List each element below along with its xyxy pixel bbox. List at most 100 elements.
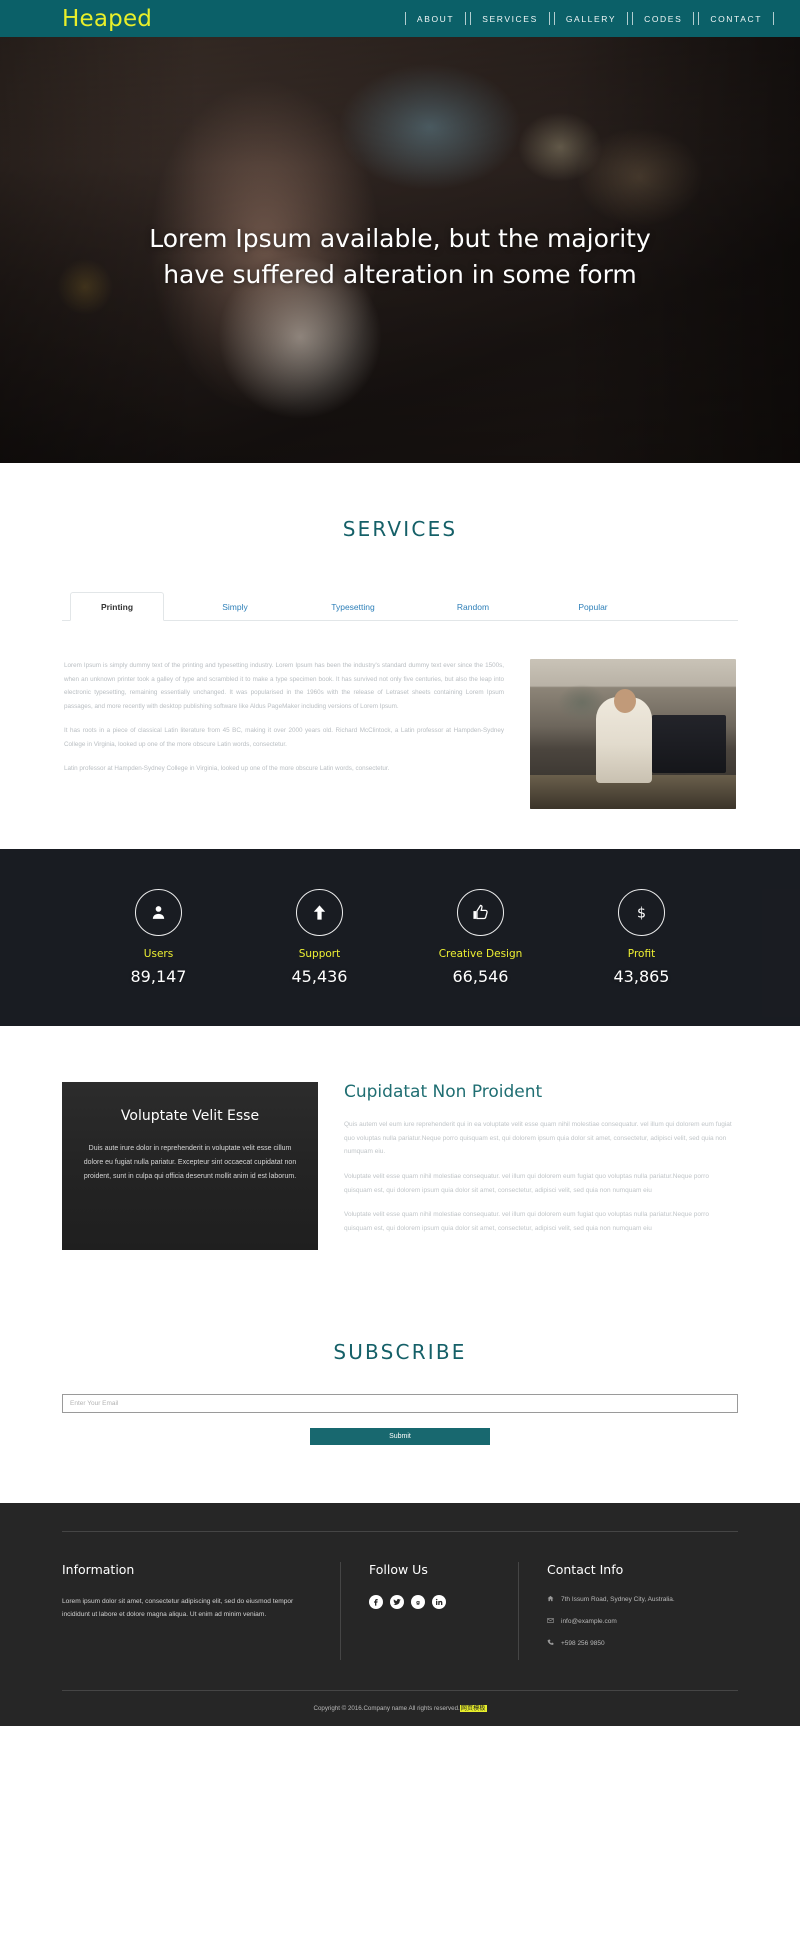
contact-phone: +598 256 9850 <box>547 1639 720 1650</box>
facebook-icon[interactable] <box>369 1595 383 1609</box>
nav-item-codes[interactable]: CODES <box>635 14 691 24</box>
stat-users: Users 89,147 <box>78 889 239 986</box>
services-paragraph-2: It has roots in a piece of classical Lat… <box>64 727 504 748</box>
site-logo[interactable]: Heaped <box>62 6 152 32</box>
nav-item-about[interactable]: ABOUT <box>408 14 463 24</box>
footer-divider <box>62 1531 738 1532</box>
stat-support-value: 45,436 <box>291 967 348 986</box>
about-paragraph-3: Voluptate velit esse quam nihil molestia… <box>344 1211 709 1232</box>
services-title: SERVICES <box>342 517 458 541</box>
nav-item-contact[interactable]: CONTACT <box>701 14 771 24</box>
services-text-column: Lorem Ipsum is simply dummy text of the … <box>64 659 504 809</box>
stat-users-value: 89,147 <box>130 967 187 986</box>
services-paragraph-1: Lorem Ipsum is simply dummy text of the … <box>64 662 504 710</box>
services-tablist: Printing Simply Typesetting Random Popul… <box>62 591 738 621</box>
footer-inner: Information Lorem ipsum dolor sit amet, … <box>62 1531 738 1726</box>
about-inner: Voluptate Velit Esse Duis aute irure dol… <box>62 1082 738 1250</box>
footer-columns: Information Lorem ipsum dolor sit amet, … <box>62 1562 738 1661</box>
hero-title: Lorem Ipsum available, but the majority … <box>149 221 651 294</box>
svg-text:$: $ <box>637 905 646 921</box>
services-tab-panel: Lorem Ipsum is simply dummy text of the … <box>62 621 738 809</box>
subscribe-title: SUBSCRIBE <box>333 1340 467 1364</box>
stat-creative-design-value: 66,546 <box>452 967 509 986</box>
copyright-link[interactable]: 网页模板 <box>459 1705 487 1713</box>
nav-item-services[interactable]: SERVICES <box>473 14 547 24</box>
copyright-text: Copyright © 2016.Company name All rights… <box>313 1705 460 1713</box>
nav-divider <box>627 12 629 25</box>
footer-contact-title: Contact Info <box>547 1562 624 1577</box>
about-paragraph-1: Quis autem vel eum iure reprehenderit qu… <box>344 1121 732 1156</box>
contact-email: info@example.com <box>547 1617 720 1628</box>
stat-profit: $ Profit 43,865 <box>561 889 722 986</box>
svg-text:g: g <box>416 1600 420 1606</box>
contact-address: 7th Issum Road, Sydney City, Australia. <box>547 1595 720 1606</box>
home-icon <box>547 1595 561 1606</box>
nav-divider <box>698 12 700 25</box>
nav-divider <box>465 12 467 25</box>
subscribe-section: SUBSCRIBE Submit <box>0 1310 800 1503</box>
about-card-title: Voluptate Velit Esse <box>120 1108 260 1124</box>
copyright-bar: Copyright © 2016.Company name All rights… <box>62 1690 738 1726</box>
stats-list: Users 89,147 Support 45,436 Creative Des… <box>0 849 800 1026</box>
hero-title-line-1: Lorem Ipsum available, but the majority <box>149 223 651 253</box>
stat-support: Support 45,436 <box>239 889 400 986</box>
contact-address-text: 7th Issum Road, Sydney City, Australia. <box>561 1596 675 1603</box>
services-paragraph-3: Latin professor at Hampden-Sydney Colleg… <box>64 765 390 773</box>
about-paragraph-2: Voluptate velit esse quam nihil molestia… <box>344 1172 709 1194</box>
stat-profit-value: 43,865 <box>613 967 670 986</box>
linkedin-icon[interactable] <box>432 1595 446 1609</box>
services-tabs-wrapper: Printing Simply Typesetting Random Popul… <box>62 591 738 809</box>
footer-information-column: Information Lorem ipsum dolor sit amet, … <box>62 1562 340 1660</box>
nav-divider <box>553 12 555 25</box>
email-input[interactable] <box>62 1394 738 1413</box>
nav-divider <box>632 12 634 25</box>
stats-section: Users 89,147 Support 45,436 Creative Des… <box>0 849 800 1026</box>
arrow-up-icon <box>296 889 343 936</box>
hero-banner: Lorem Ipsum available, but the majority … <box>0 37 800 463</box>
nav-divider <box>693 12 695 25</box>
stat-profit-label: Profit <box>627 948 656 960</box>
tab-popular[interactable]: Popular <box>546 592 640 621</box>
services-image <box>530 659 736 809</box>
stat-creative-design-label: Creative Design <box>438 948 523 960</box>
hero-content: Lorem Ipsum available, but the majority … <box>0 37 800 463</box>
footer-information-text: Lorem ipsum dolor sit amet, consectetur … <box>62 1598 294 1619</box>
tab-typesetting[interactable]: Typesetting <box>306 592 400 621</box>
hero-title-line-2: have suffered alteration in some form <box>163 260 637 289</box>
main-navigation: ABOUT SERVICES GALLERY CODES CONTACT <box>403 12 776 25</box>
footer-follow-title: Follow Us <box>369 1562 428 1577</box>
dollar-icon: $ <box>618 889 665 936</box>
social-links: g <box>369 1595 500 1609</box>
footer-contact-column: Contact Info 7th Issum Road, Sydney City… <box>518 1562 738 1661</box>
thumbs-up-icon <box>457 889 504 936</box>
contact-email-text[interactable]: info@example.com <box>561 1617 617 1627</box>
about-heading: Cupidatat Non Proident <box>344 1082 543 1102</box>
footer-follow-column: Follow Us g <box>340 1562 518 1661</box>
phone-icon <box>547 1639 561 1650</box>
twitter-icon[interactable] <box>390 1595 404 1609</box>
services-image-monitor <box>652 715 726 773</box>
nav-divider <box>548 12 550 25</box>
stat-creative-design: Creative Design 66,546 <box>400 889 561 986</box>
nav-divider <box>470 12 472 25</box>
tab-random[interactable]: Random <box>426 592 520 621</box>
stat-support-label: Support <box>298 948 341 960</box>
site-footer: Information Lorem ipsum dolor sit amet, … <box>0 1503 800 1727</box>
subscribe-form: Submit <box>62 1392 738 1445</box>
nav-divider <box>404 12 406 25</box>
submit-button[interactable]: Submit <box>310 1428 490 1445</box>
google-plus-icon[interactable]: g <box>411 1595 425 1609</box>
contact-phone-text: +598 256 9850 <box>561 1639 605 1647</box>
nav-divider <box>773 12 774 25</box>
footer-information-title: Information <box>62 1562 135 1577</box>
nav-item-gallery[interactable]: GALLERY <box>557 14 625 24</box>
about-dark-card: Voluptate Velit Esse Duis aute irure dol… <box>62 1082 318 1250</box>
stat-users-label: Users <box>143 948 174 960</box>
mail-icon <box>547 1617 561 1628</box>
services-section: SERVICES Printing Simply Typesetting Ran… <box>0 463 800 849</box>
services-image-person-head <box>614 689 636 713</box>
about-section: Voluptate Velit Esse Duis aute irure dol… <box>0 1026 800 1310</box>
tab-simply[interactable]: Simply <box>188 592 282 621</box>
about-text-column: Cupidatat Non Proident Quis autem vel eu… <box>344 1082 738 1246</box>
tab-printing[interactable]: Printing <box>70 592 164 621</box>
